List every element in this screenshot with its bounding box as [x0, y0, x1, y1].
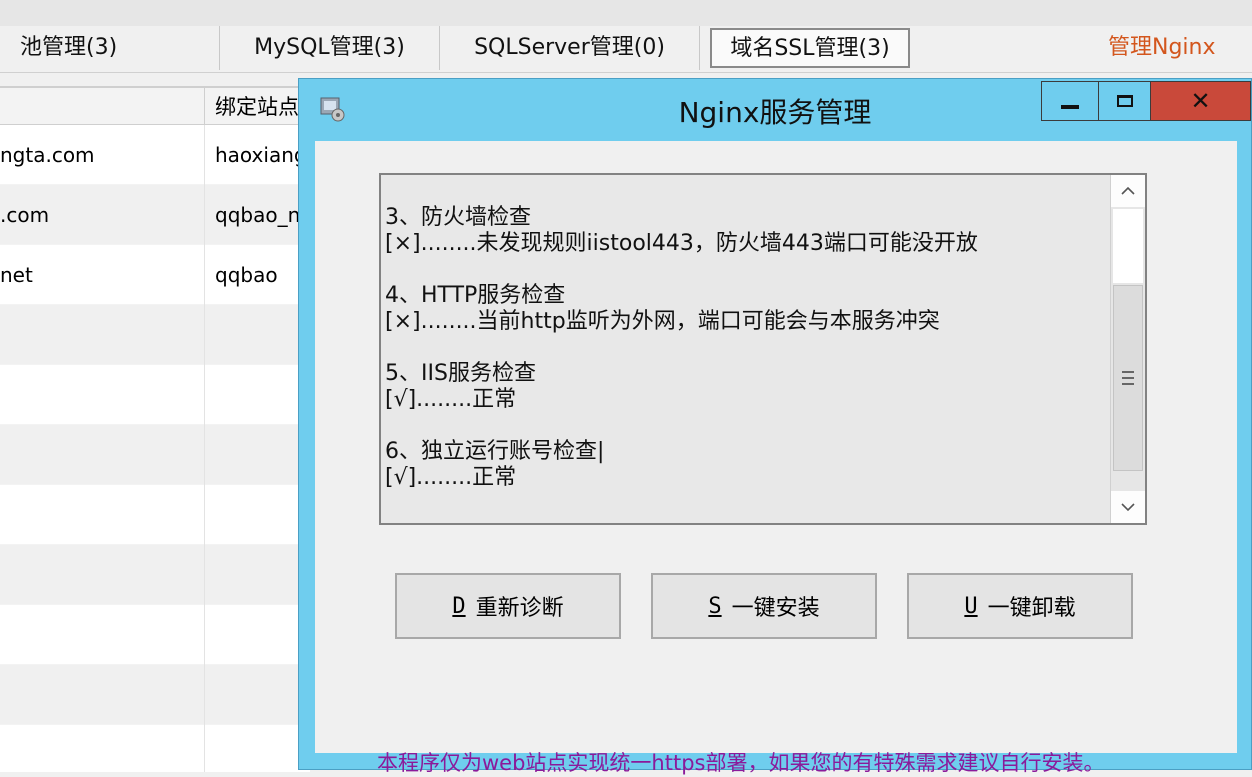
scroll-track[interactable]	[1113, 209, 1143, 283]
table-cell	[204, 365, 215, 425]
log-heading: 6、独立运行账号检查|	[385, 439, 605, 464]
maximize-button[interactable]	[1099, 81, 1151, 121]
scroll-thumb[interactable]	[1113, 285, 1143, 471]
table-cell: qqbao_n	[204, 185, 300, 245]
tab-mysql[interactable]: MySQL管理(3)	[220, 26, 440, 70]
log-entry-http: 4、HTTP服务检查 [×]........当前http监听为外网，端口可能会与…	[385, 283, 1105, 335]
table-cell	[204, 605, 215, 665]
tab-domain-ssl[interactable]: 域名SSL管理(3)	[710, 28, 910, 68]
nginx-dialog: Nginx服务管理 ✕ 3、防火墙检查 [×]........未发现规则iist…	[298, 78, 1252, 775]
log-result: [√]........正常	[385, 387, 517, 412]
chevron-down-icon	[1121, 503, 1135, 512]
site-table: 绑定站点 ngta.com haoxiang .com qqbao_n net …	[0, 86, 310, 772]
button-label: 一键卸载	[987, 596, 1076, 621]
table-row	[0, 365, 310, 425]
table-cell: ngta.com	[0, 143, 95, 167]
log-heading: 5、IIS服务检查	[385, 361, 536, 386]
minimize-icon	[1061, 105, 1079, 109]
minimize-button[interactable]	[1041, 81, 1099, 121]
table-row[interactable]: ngta.com haoxiang	[0, 125, 310, 185]
dialog-titlebar[interactable]: Nginx服务管理 ✕	[299, 79, 1251, 139]
table-cell	[204, 545, 215, 605]
log-entry-firewall: 3、防火墙检查 [×]........未发现规则iistool443，防火墙44…	[385, 205, 1105, 257]
log-result: [×]........当前http监听为外网，端口可能会与本服务冲突	[385, 309, 940, 334]
table-cell	[204, 485, 215, 545]
table-cell	[204, 425, 215, 485]
table-header: 绑定站点	[0, 88, 310, 125]
table-cell: .com	[0, 203, 50, 227]
table-row	[0, 425, 310, 485]
table-row[interactable]: .com qqbao_n	[0, 185, 310, 245]
close-button[interactable]: ✕	[1151, 81, 1251, 121]
table-cell: haoxiang	[204, 125, 307, 185]
close-icon: ✕	[1190, 87, 1211, 115]
shortcut-key: S	[708, 593, 722, 619]
scroll-down-button[interactable]	[1111, 491, 1145, 523]
log-heading: 3、防火墙检查	[385, 205, 531, 230]
table-cell: net	[0, 263, 33, 287]
table-row	[0, 725, 310, 772]
button-label: 一键安装	[731, 596, 820, 621]
shortcut-key: D	[452, 593, 466, 619]
table-cell	[204, 665, 215, 725]
button-label: 重新诊断	[475, 596, 564, 621]
table-cell	[204, 725, 215, 772]
tab-sqlserver[interactable]: SQLServer管理(0)	[440, 26, 700, 70]
log-result: [×]........未发现规则iistool443，防火墙443端口可能没开放	[385, 231, 978, 256]
uninstall-button[interactable]: U 一键卸载	[907, 573, 1133, 639]
table-row	[0, 305, 310, 365]
scroll-up-button[interactable]	[1111, 175, 1145, 207]
diagnosis-log-text: 3、防火墙检查 [×]........未发现规则iistool443，防火墙44…	[385, 205, 1105, 517]
log-scrollbar[interactable]	[1110, 175, 1145, 523]
log-entry-account: 6、独立运行账号检查| [√]........正常	[385, 439, 1105, 491]
dialog-client-area: 3、防火墙检查 [×]........未发现规则iistool443，防火墙44…	[315, 141, 1237, 775]
rediagnose-button[interactable]: D 重新诊断	[395, 573, 621, 639]
table-row[interactable]: net qqbao	[0, 245, 310, 305]
diagnosis-log[interactable]: 3、防火墙检查 [×]........未发现规则iistool443，防火墙44…	[379, 173, 1147, 525]
log-heading: 4、HTTP服务检查	[385, 283, 566, 308]
install-button[interactable]: S 一键安装	[651, 573, 877, 639]
tab-pool[interactable]: 池管理(3)	[0, 26, 220, 70]
chevron-up-icon	[1121, 186, 1135, 195]
table-cell	[204, 305, 215, 365]
table-row	[0, 485, 310, 545]
tab-nginx[interactable]: 管理Nginx	[1098, 26, 1228, 70]
table-cell: qqbao	[204, 245, 278, 305]
table-row	[0, 665, 310, 725]
log-entry-iis: 5、IIS服务检查 [√]........正常	[385, 361, 1105, 413]
log-result: [√]........正常	[385, 465, 517, 490]
table-row	[0, 545, 310, 605]
column-header-bound-site[interactable]: 绑定站点	[204, 88, 299, 124]
tab-bar: 池管理(3) MySQL管理(3) SQLServer管理(0) 域名SSL管理…	[0, 26, 1252, 73]
table-row	[0, 605, 310, 665]
shortcut-key: U	[964, 593, 978, 619]
grip-icon	[1122, 371, 1134, 385]
maximize-icon	[1116, 95, 1133, 107]
info-note: 本程序仅为web站点实现统一https部署，如果您的有特殊需求建议自行安装。	[377, 751, 1105, 775]
window-top-strip	[0, 0, 1252, 26]
